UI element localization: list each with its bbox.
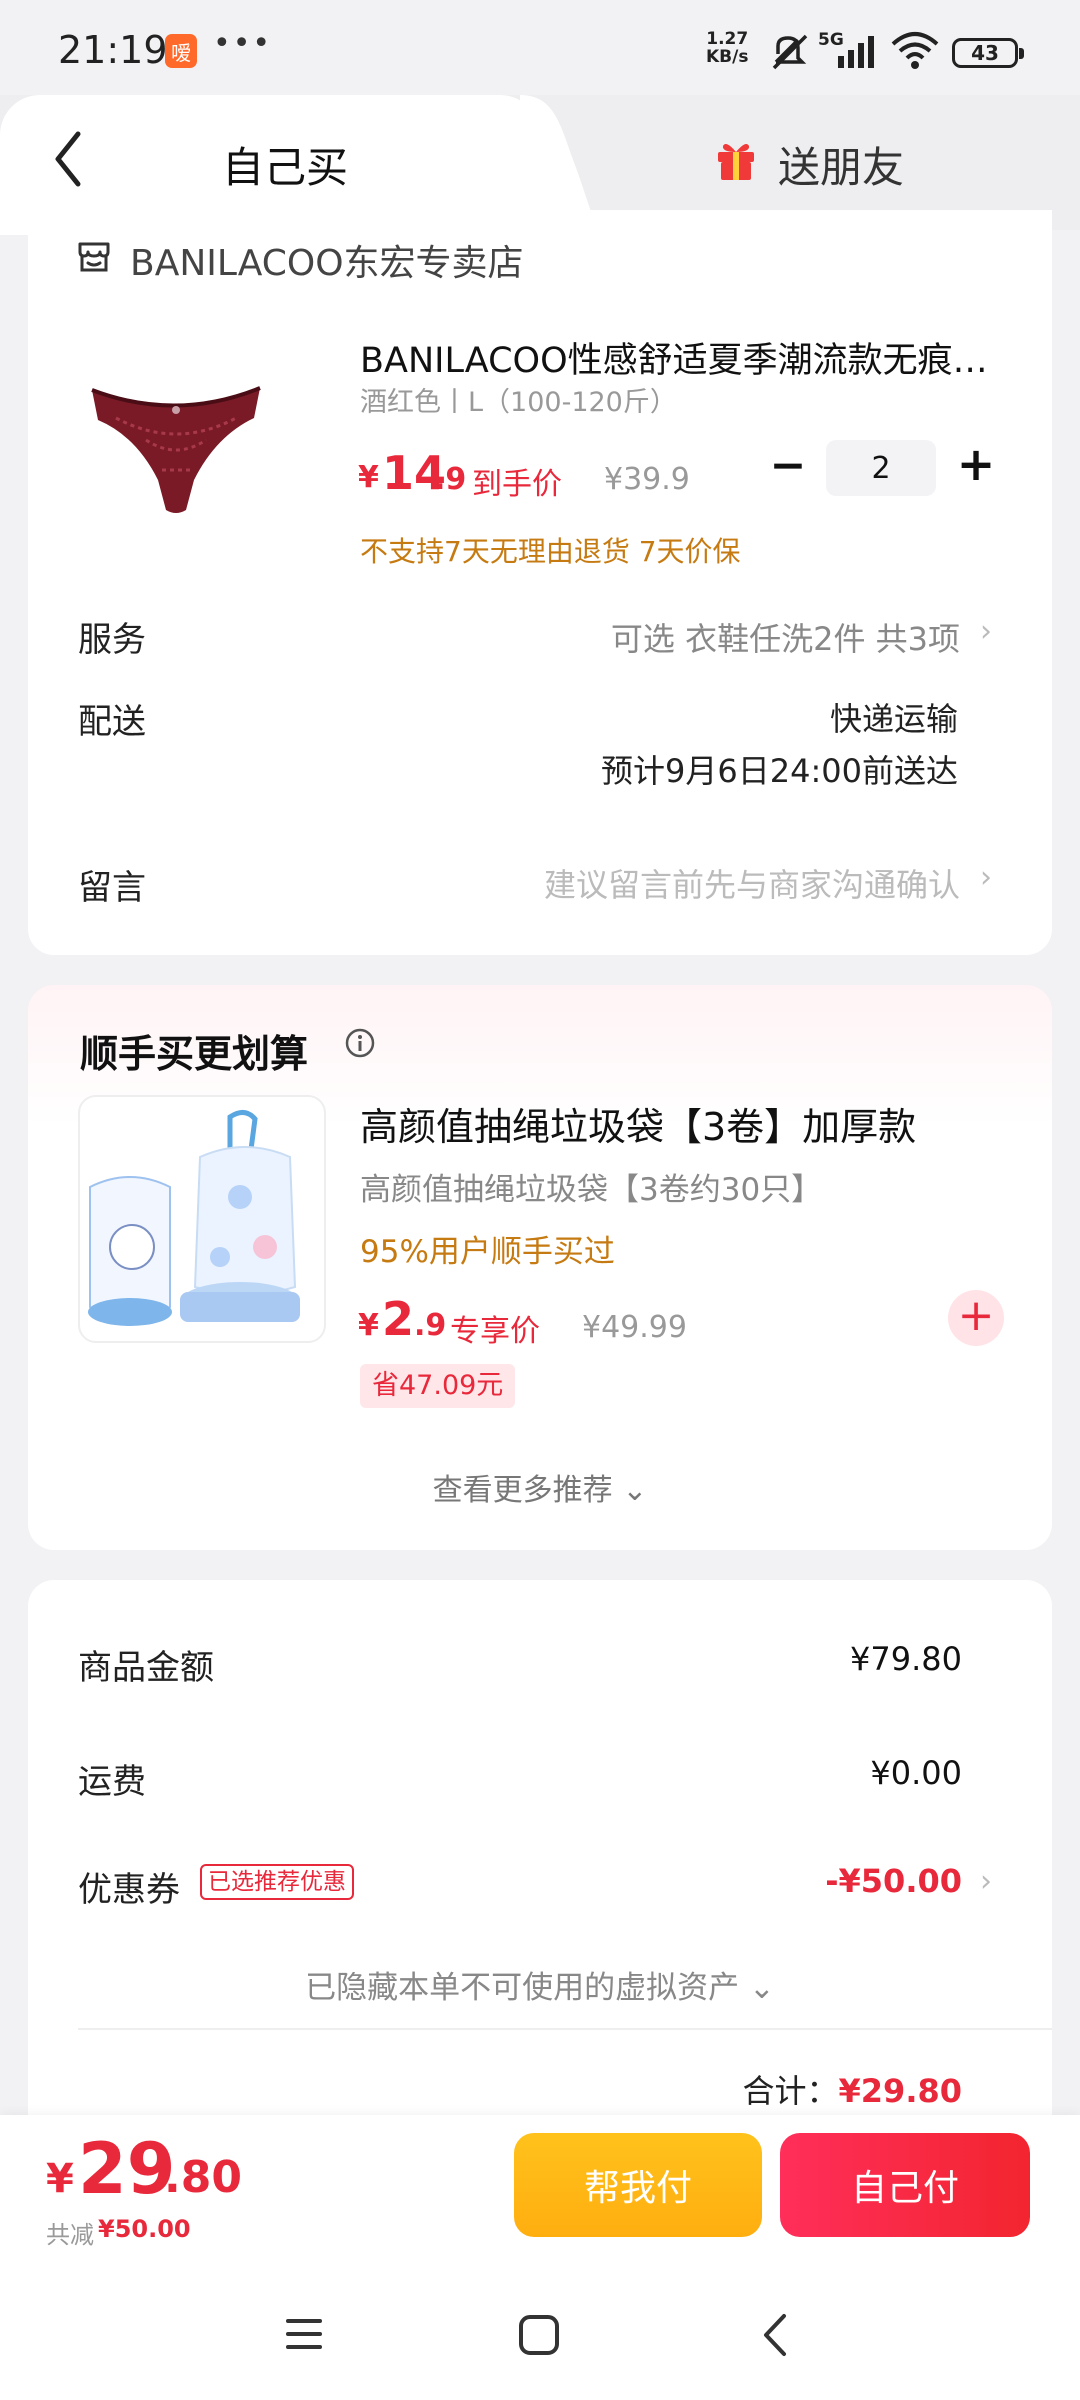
pay-price-integer: 29 (78, 2128, 176, 2210)
quantity-increase-button[interactable]: + (956, 441, 996, 487)
shipping-value: ¥0.00 (870, 1754, 962, 1792)
delivery-eta: 预计9月6日24:00前送达 (601, 752, 958, 790)
product-image[interactable] (86, 360, 266, 530)
total-row: 合计：¥29.80 (600, 2066, 963, 2112)
nav-back-icon[interactable] (760, 2312, 790, 2362)
more-notifications-icon: ••• (213, 26, 273, 61)
order-card (28, 210, 1052, 955)
back-icon[interactable] (52, 130, 84, 192)
chevron-right-icon[interactable]: › (980, 1864, 992, 1899)
battery-indicator: 43 (952, 38, 1024, 68)
store-icon (76, 238, 112, 278)
goods-amount-value: ¥79.80 (850, 1640, 962, 1678)
service-value[interactable]: 可选 衣鞋任洗2件 共3项 (540, 614, 960, 660)
hidden-assets-toggle[interactable]: 已隐藏本单不可使用的虚拟资产 ⌄ (0, 1962, 1080, 2007)
total-label: 合计： (742, 2072, 839, 2110)
addon-section-title: 顺手买更划算 (80, 1032, 309, 1076)
network-speed: 1.27 KB/s (706, 30, 748, 66)
product-variant[interactable]: 酒红色丨L（100-120斤） (360, 380, 677, 419)
pay-price-decimal: .80 (164, 2152, 242, 2203)
addon-product-image[interactable] (78, 1095, 326, 1343)
wifi-icon (890, 30, 940, 74)
info-icon[interactable] (344, 1027, 376, 1063)
product-title[interactable]: BANILACOO性感舒适夏季潮流款无痕… (360, 332, 1000, 383)
addon-product-name[interactable]: 高颜值抽绳垃圾袋【3卷】加厚款 (360, 1096, 916, 1151)
price-currency: ¥ (358, 460, 379, 495)
addon-save-badge: 省47.09元 (360, 1364, 516, 1408)
app-notification-icon: 嗳 (165, 34, 197, 68)
delivery-label: 配送 (78, 702, 146, 742)
gift-icon[interactable] (714, 138, 758, 186)
quantity-decrease-button[interactable]: − (768, 444, 808, 488)
tab-self-buy-label[interactable]: 自己买 (222, 134, 348, 195)
addon-bought-rate: 95%用户顺手买过 (360, 1234, 615, 1270)
price-decimal: .9 (434, 462, 467, 497)
pay-price-currency: ¥ (46, 2156, 74, 2202)
discount-label: 共减 (46, 2221, 94, 2249)
price-tag: 到手价 (472, 467, 562, 502)
signal-icon (820, 34, 880, 74)
total-value: ¥29.80 (838, 2072, 962, 2110)
self-pay-button[interactable]: 自己付 (780, 2133, 1030, 2237)
more-recommend-link[interactable]: 查看更多推荐 ⌄ (0, 1465, 1080, 1509)
chevron-right-icon[interactable]: › (980, 614, 992, 649)
note-input[interactable]: 建议留言前先与商家沟通确认 (440, 860, 960, 906)
addon-product-subtitle: 高颜值抽绳垃圾袋【3卷约30只】 (360, 1172, 823, 1208)
return-policy: 不支持7天无理由退货 7天价保 (360, 535, 741, 568)
home-icon[interactable] (518, 2314, 560, 2360)
store-name[interactable]: BANILACOO东宏专卖店 (130, 234, 524, 286)
quantity-input[interactable]: 2 (826, 440, 936, 496)
service-label: 服务 (78, 620, 146, 660)
addon-price-currency: ¥ (358, 1308, 379, 1343)
addon-price-decimal: .9 (414, 1308, 447, 1343)
shipping-label: 运费 (78, 1762, 146, 1802)
network-speed-unit: KB/s (706, 47, 749, 67)
discount-value: ¥50.00 (98, 2215, 191, 2243)
status-time: 21:19 (58, 28, 168, 72)
addon-price-tag: 专享价 (450, 1314, 540, 1349)
menu-icon[interactable] (284, 2316, 324, 2356)
coupon-label: 优惠券 (78, 1870, 180, 1910)
mute-icon (768, 32, 812, 76)
divider (78, 2028, 1052, 2030)
network-speed-value: 1.27 (706, 29, 749, 49)
help-pay-button[interactable]: 帮我付 (514, 2133, 762, 2237)
note-label: 留言 (78, 868, 146, 908)
coupon-badge: 已选推荐优惠 (200, 1864, 354, 1900)
coupon-value[interactable]: -¥50.00 (700, 1862, 962, 1900)
addon-add-button[interactable]: + (948, 1290, 1004, 1346)
chevron-right-icon[interactable]: › (980, 860, 992, 895)
delivery-method: 快递运输 (829, 700, 958, 738)
addon-price-integer: 2 (382, 1292, 415, 1346)
tab-send-friend-label[interactable]: 送朋友 (778, 134, 904, 195)
addon-original-price: ¥49.99 (582, 1310, 687, 1345)
original-price: ¥39.9 (604, 462, 690, 497)
goods-amount-label: 商品金额 (78, 1648, 214, 1688)
